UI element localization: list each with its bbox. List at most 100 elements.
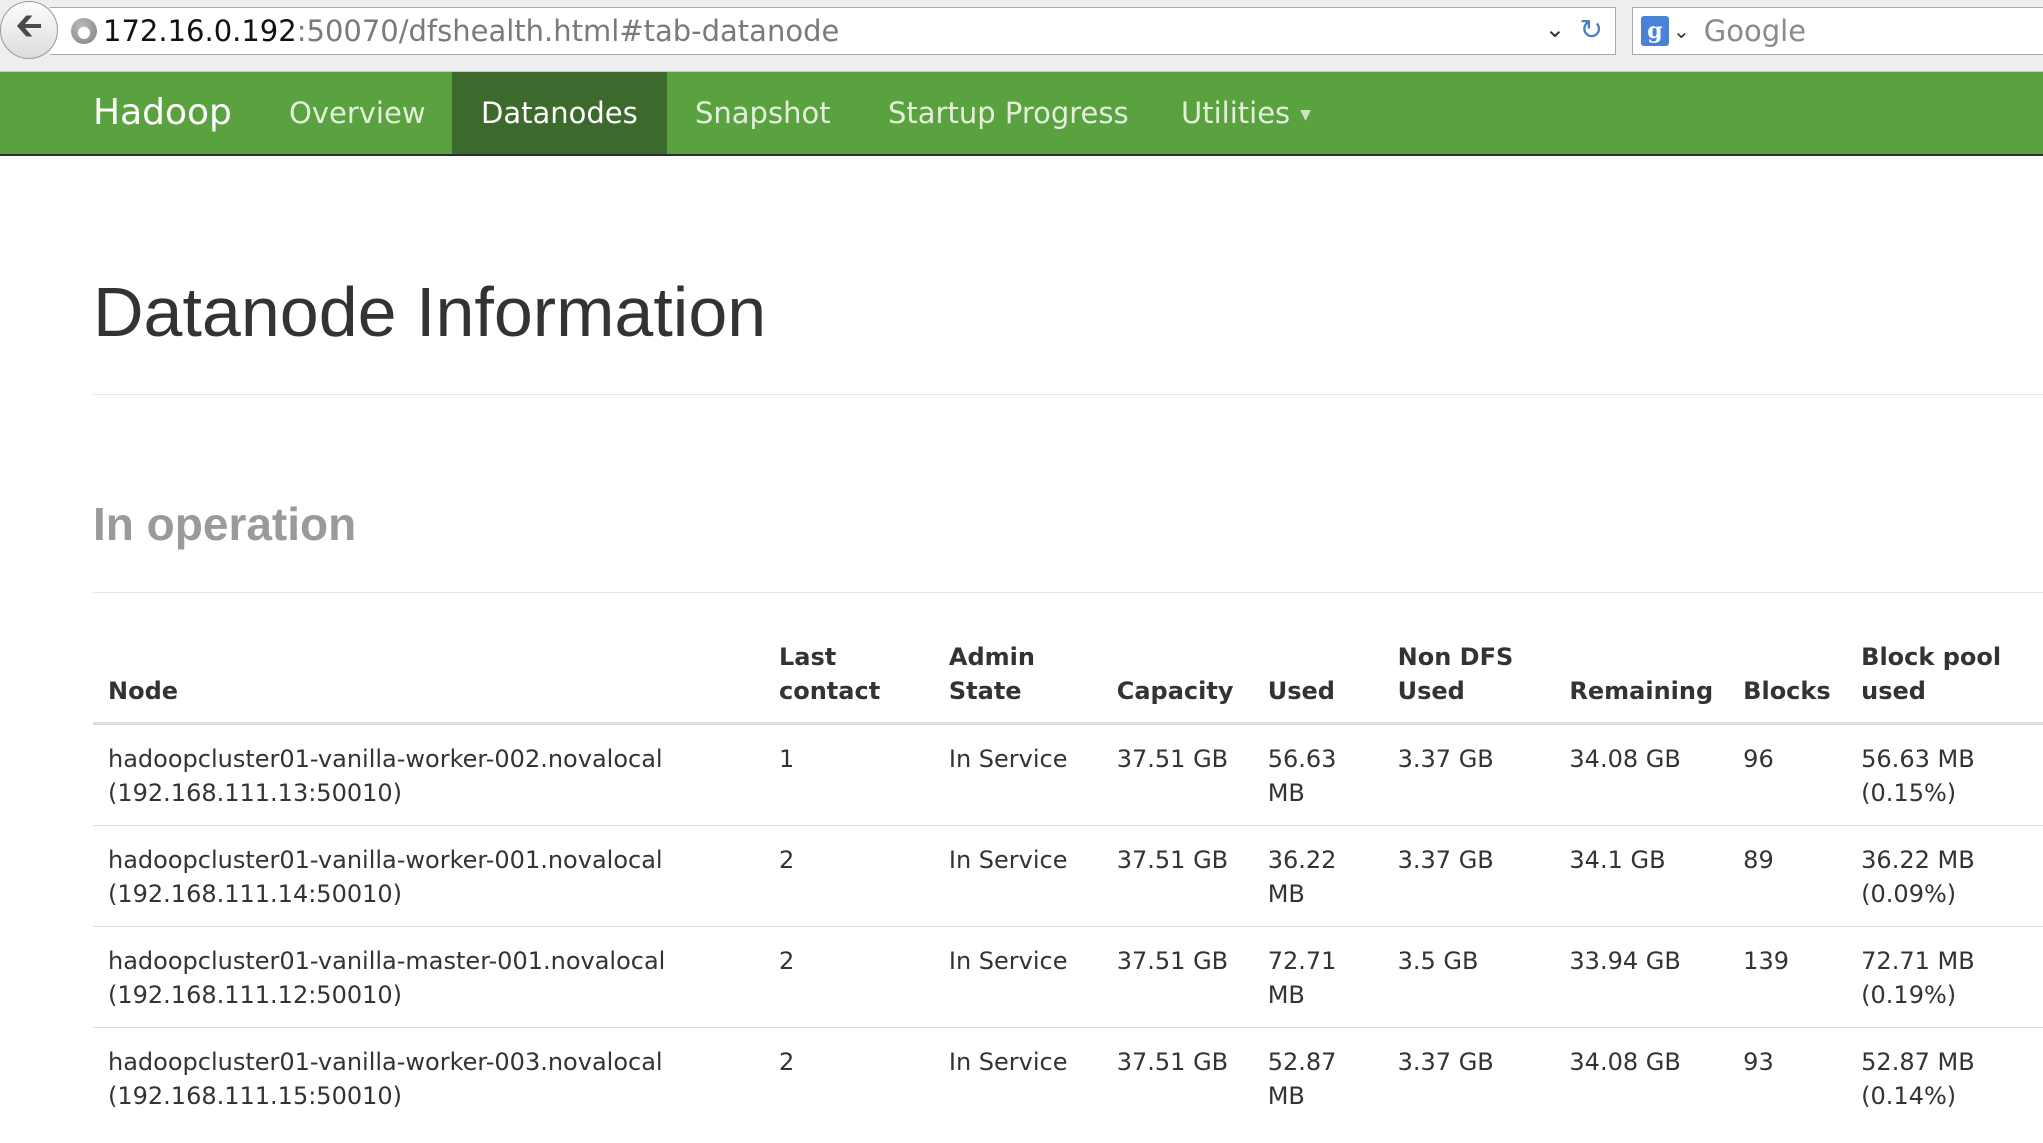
datanode-table: Node Last contact Admin State Capacity Use… (93, 640, 2043, 1128)
node-address: (192.168.111.12:50010) (108, 981, 403, 1009)
node-name: hadoopcluster01-vanilla-worker-003.noval… (108, 1048, 663, 1076)
url-host: 172.16.0.192 (103, 14, 297, 48)
header-block-pool-used: Block pool used (1846, 640, 2043, 725)
cell-block-pool-used: 72.71 MB (0.19%) (1846, 926, 2043, 1028)
cell-block-pool-used: 52.87 MB (0.14%) (1846, 1028, 2043, 1129)
header-blocks: Blocks (1728, 640, 1847, 725)
nav-overview[interactable]: Overview (260, 72, 455, 154)
table-row: hadoopcluster01-vanilla-worker-003.noval… (93, 1028, 2043, 1129)
table-row: hadoopcluster01-vanilla-worker-002.noval… (93, 723, 2043, 826)
block-pool-percent: (0.14%) (1861, 1082, 1957, 1110)
header-admin-state-line2: State (948, 677, 1022, 705)
cell-blocks: 96 (1728, 723, 1847, 826)
reload-icon[interactable]: ↻ (1580, 13, 1603, 46)
header-admin-state: Admin State (933, 640, 1102, 725)
table-header-row: Node Last contact Admin State Capacity Use… (93, 640, 2043, 725)
cell-blocks: 89 (1728, 825, 1847, 927)
cell-capacity: 37.51 GB (1101, 723, 1253, 826)
cell-last-contact: 1 (764, 723, 934, 826)
header-admin-state-line1: Admin (948, 643, 1035, 671)
cell-non-dfs-used: 3.37 GB (1397, 1048, 1494, 1076)
block-pool-value: 56.63 MB (1861, 745, 1975, 773)
node-name: hadoopcluster01-vanilla-master-001.noval… (108, 947, 666, 975)
header-capacity: Capacity (1101, 640, 1253, 725)
block-pool-percent: (0.15%) (1861, 779, 1957, 807)
used-value: 56.63 (1267, 745, 1337, 773)
nav-datanodes[interactable]: Datanodes (452, 72, 667, 154)
section-title: In operation (93, 498, 357, 550)
used-value: 72.71 (1267, 947, 1337, 975)
search-placeholder: Google (1703, 14, 1807, 48)
cell-admin-state: In Service (933, 723, 1102, 826)
nav-snapshot[interactable]: Snapshot (666, 72, 860, 154)
google-icon[interactable]: g (1641, 16, 1669, 46)
cell-last-contact: 2 (764, 825, 934, 927)
used-unit: MB (1267, 880, 1305, 908)
top-navbar: Hadoop Overview Datanodes Snapshot Start… (0, 72, 2043, 156)
cell-capacity: 37.51 GB (1101, 926, 1253, 1028)
browser-toolbar: ● 172.16.0.192:50070/dfshealth.html#tab-… (0, 0, 2043, 72)
chevron-down-icon[interactable]: ⌄ (1545, 15, 1565, 43)
arrow-left-icon: 🡰 (15, 5, 43, 46)
cell-block-pool-used: 36.22 MB (0.09%) (1846, 825, 2043, 927)
header-last-contact-line1: Last (779, 643, 837, 671)
caret-down-icon: ▼ (1300, 107, 1311, 123)
cell-node: hadoopcluster01-vanilla-worker-001.noval… (93, 825, 764, 927)
cell-non-dfs-used: 3.37 GB (1382, 825, 1555, 927)
used-unit: MB (1267, 779, 1305, 807)
address-bar[interactable]: ● 172.16.0.192:50070/dfshealth.html#tab-… (50, 7, 1616, 55)
cell-used: 36.22 MB (1252, 825, 1383, 927)
used-unit: MB (1267, 1082, 1305, 1110)
cell-used: 56.63 MB (1252, 723, 1383, 826)
block-pool-value: 52.87 MB (1861, 1048, 1975, 1076)
block-pool-value: 72.71 MB (1861, 947, 1975, 975)
node-name: hadoopcluster01-vanilla-worker-001.noval… (108, 846, 663, 874)
header-used: Used (1252, 640, 1383, 725)
header-block-pool-line2: used (1861, 677, 1926, 705)
header-block-pool-line1: Block pool (1861, 643, 2002, 671)
cell-node: hadoopcluster01-vanilla-worker-003.noval… (93, 1028, 764, 1129)
cell-capacity: 37.51 GB (1116, 1048, 1229, 1076)
nav-utilities-label: Utilities (1181, 96, 1291, 130)
cell-non-dfs-used: 3.37 GB (1382, 723, 1555, 826)
used-value: 52.87 (1267, 1048, 1337, 1076)
header-last-contact: Last contact (764, 640, 934, 725)
node-name: hadoopcluster01-vanilla-worker-002.noval… (108, 745, 663, 773)
globe-icon: ● (71, 18, 97, 44)
nav-utilities[interactable]: Utilities ▼ (1152, 72, 1340, 154)
header-node: Node (93, 640, 764, 725)
brand-link[interactable]: Hadoop (93, 72, 232, 154)
table-row: hadoopcluster01-vanilla-worker-001.noval… (93, 825, 2043, 927)
nav-startup-progress[interactable]: Startup Progress (859, 72, 1158, 154)
used-unit: MB (1267, 981, 1305, 1009)
page-title: Datanode Information (93, 273, 767, 351)
used-value: 36.22 (1267, 846, 1337, 874)
search-bar[interactable]: g ⌄ Google (1632, 7, 2043, 55)
cell-remaining: 33.94 GB (1554, 926, 1729, 1028)
cell-admin-state: In Service (933, 926, 1102, 1028)
cell-admin-state: In Service (933, 825, 1102, 927)
block-pool-percent: (0.19%) (1861, 981, 1957, 1009)
cell-used: 72.71 MB (1252, 926, 1383, 1028)
chevron-down-icon[interactable]: ⌄ (1673, 19, 1690, 43)
cell-remaining: 34.08 GB (1569, 1048, 1681, 1076)
header-last-contact-line2: contact (779, 677, 881, 705)
node-address: (192.168.111.15:50010) (108, 1082, 403, 1110)
back-button[interactable]: 🡰 (0, 1, 58, 59)
cell-last-contact: 2 (764, 926, 934, 1028)
header-non-dfs-line1: Non DFS (1397, 643, 1514, 671)
block-pool-value: 36.22 MB (1861, 846, 1975, 874)
cell-blocks: 139 (1728, 926, 1847, 1028)
node-address: (192.168.111.14:50010) (108, 880, 403, 908)
cell-node: hadoopcluster01-vanilla-worker-002.noval… (93, 723, 764, 826)
cell-non-dfs-used: 3.5 GB (1382, 926, 1555, 1028)
url-path: :50070/dfshealth.html#tab-datanode (296, 14, 840, 48)
header-remaining: Remaining (1554, 640, 1729, 725)
divider (93, 592, 2043, 593)
node-address: (192.168.111.13:50010) (108, 779, 403, 807)
divider (93, 394, 2043, 395)
cell-capacity: 37.51 GB (1101, 825, 1253, 927)
cell-last-contact: 2 (779, 1048, 795, 1076)
cell-admin-state: In Service (948, 1048, 1068, 1076)
header-non-dfs-line2: Used (1397, 677, 1465, 705)
